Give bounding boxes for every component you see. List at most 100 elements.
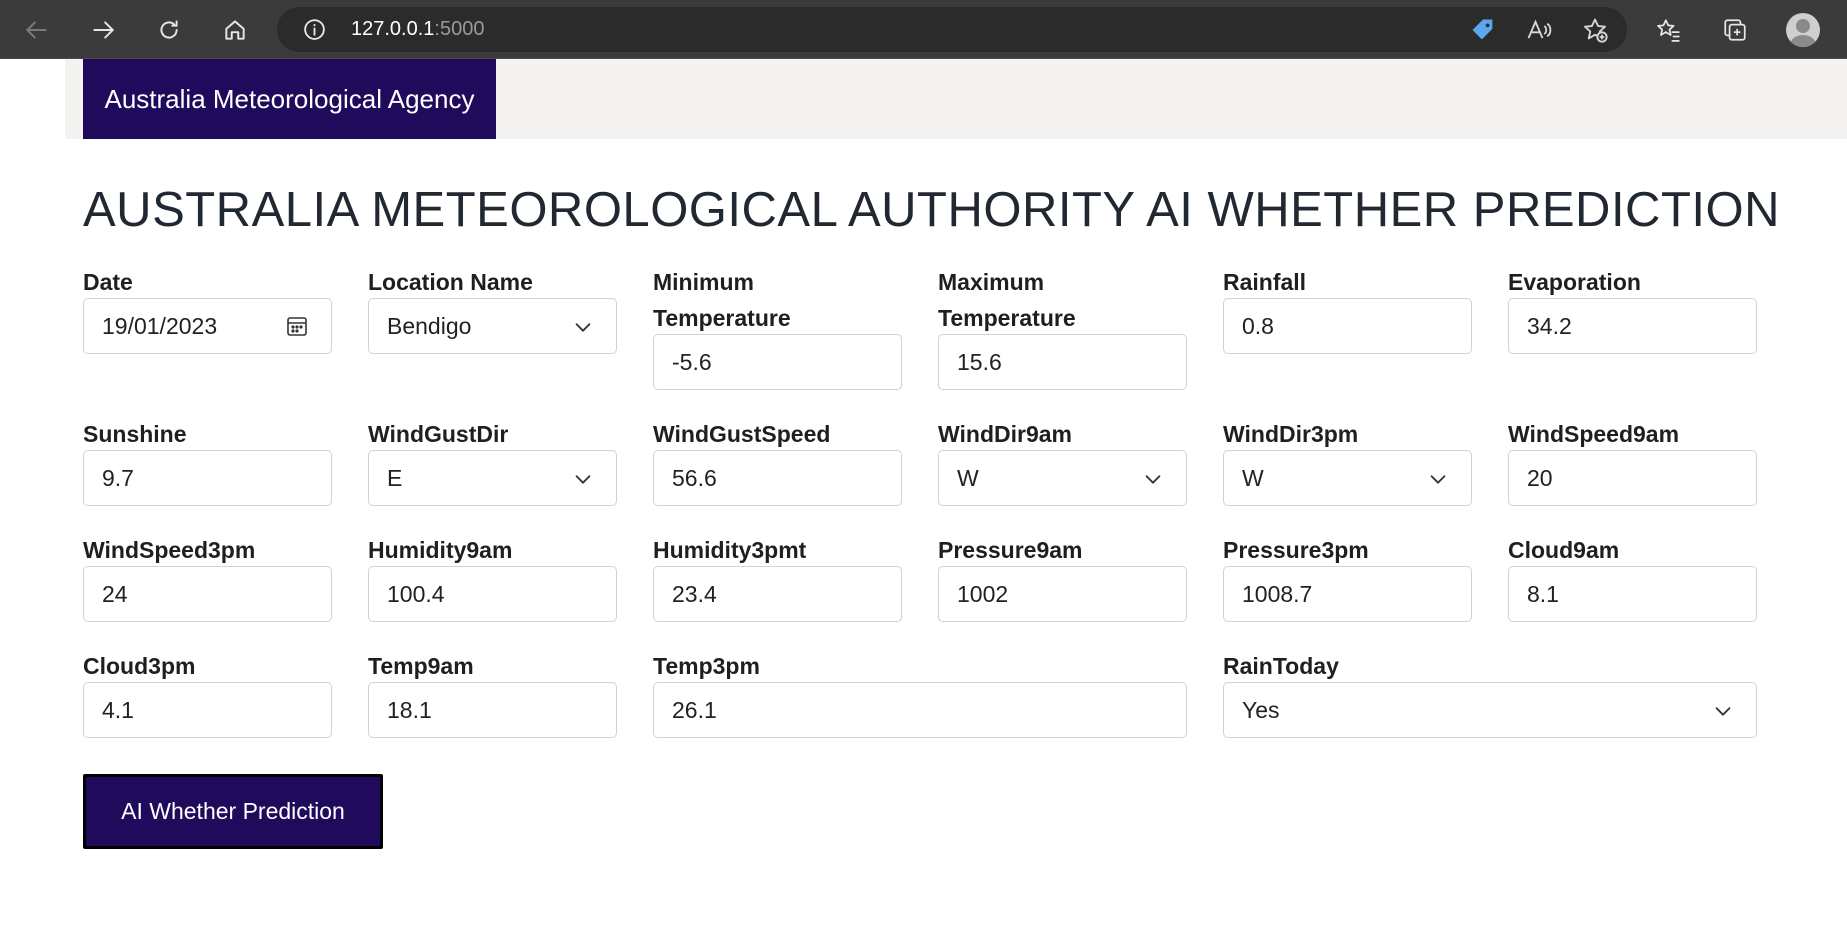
temp-3pm-value: 26.1 [672, 696, 717, 723]
chevron-down-icon [1430, 475, 1446, 484]
pressure-3pm-value: 1008.7 [1242, 580, 1313, 607]
rain-today-select[interactable]: Yes [1223, 682, 1757, 738]
pressure-9am-input[interactable]: 1002 [938, 566, 1187, 622]
wind-speed-9am-input[interactable]: 20 [1508, 450, 1757, 506]
rain-today-value: Yes [1242, 696, 1280, 723]
profile-avatar[interactable] [1786, 13, 1820, 47]
min-temp-input[interactable]: -5.6 [653, 334, 902, 390]
browser-toolbar: 127.0.0.1:5000 [0, 0, 1847, 59]
min-temp-label-line2: Temperature [653, 305, 791, 331]
page-title: AUSTRALIA METEOROLOGICAL AUTHORITY AI WH… [83, 183, 1780, 237]
wind-gust-speed-value: 56.6 [672, 464, 717, 491]
chevron-down-icon [1715, 707, 1731, 716]
cloud-3pm-input[interactable]: 4.1 [83, 682, 332, 738]
humidity-9am-label: Humidity9am [368, 537, 513, 563]
rainfall-input[interactable]: 0.8 [1223, 298, 1472, 354]
add-favorite-icon[interactable] [1581, 16, 1609, 44]
evaporation-value: 34.2 [1527, 312, 1572, 339]
rainfall-label: Rainfall [1223, 269, 1307, 295]
chevron-down-icon [575, 323, 591, 332]
sunshine-input[interactable]: 9.7 [83, 450, 332, 506]
navbar-brand[interactable]: Australia Meteorological Agency [83, 59, 496, 139]
chevron-down-icon [1145, 475, 1161, 484]
read-aloud-icon[interactable] [1525, 16, 1553, 44]
wind-gust-dir-label: WindGustDir [368, 421, 509, 447]
temp-9am-field: Temp9am 18.1 [368, 648, 617, 738]
refresh-icon[interactable] [149, 10, 189, 50]
address-bar[interactable]: 127.0.0.1:5000 [277, 7, 1627, 52]
url-text[interactable]: 127.0.0.1:5000 [351, 17, 484, 42]
cloud-3pm-label: Cloud3pm [83, 653, 196, 679]
collections-icon[interactable] [1718, 13, 1752, 47]
wind-dir-9am-field: WindDir9am W [938, 416, 1187, 506]
wind-gust-dir-field: WindGustDir E [368, 416, 617, 506]
cloud-9am-label: Cloud9am [1508, 537, 1620, 563]
favorites-icon[interactable] [1651, 13, 1685, 47]
wind-dir-9am-select[interactable]: W [938, 450, 1187, 506]
max-temp-input[interactable]: 15.6 [938, 334, 1187, 390]
humidity-3pm-label: Humidity3pmt [653, 537, 807, 563]
location-label: Location Name [368, 269, 533, 295]
cloud-3pm-value: 4.1 [102, 696, 134, 723]
cloud-3pm-field: Cloud3pm 4.1 [83, 648, 332, 738]
cloud-9am-value: 8.1 [1527, 580, 1559, 607]
temp-9am-label: Temp9am [368, 653, 474, 679]
pressure-3pm-field: Pressure3pm 1008.7 [1223, 532, 1472, 622]
humidity-3pm-input[interactable]: 23.4 [653, 566, 902, 622]
wind-gust-speed-input[interactable]: 56.6 [653, 450, 902, 506]
temp-3pm-input[interactable]: 26.1 [653, 682, 1187, 738]
wind-dir-9am-label: WindDir9am [938, 421, 1072, 447]
wind-dir-3pm-select[interactable]: W [1223, 450, 1472, 506]
calendar-icon[interactable] [285, 314, 309, 338]
humidity-3pm-value: 23.4 [672, 580, 717, 607]
sunshine-value: 9.7 [102, 464, 134, 491]
rainfall-field: Rainfall 0.8 [1223, 264, 1472, 354]
evaporation-input[interactable]: 34.2 [1508, 298, 1757, 354]
pressure-9am-field: Pressure9am 1002 [938, 532, 1187, 622]
pressure-9am-value: 1002 [957, 580, 1009, 607]
wind-gust-dir-select[interactable]: E [368, 450, 617, 506]
back-icon[interactable] [17, 10, 57, 50]
tag-icon[interactable] [1469, 16, 1497, 44]
location-select[interactable]: Bendigo [368, 298, 617, 354]
temp-9am-value: 18.1 [387, 696, 432, 723]
wind-speed-3pm-label: WindSpeed3pm [83, 537, 256, 563]
pressure-3pm-label: Pressure3pm [1223, 537, 1369, 563]
max-temp-field: Maximum Temperature 15.6 [938, 264, 1187, 390]
wind-speed-3pm-value: 24 [102, 580, 128, 607]
forward-icon[interactable] [83, 10, 123, 50]
sunshine-field: Sunshine 9.7 [83, 416, 332, 506]
humidity-9am-value: 100.4 [387, 580, 445, 607]
predict-button[interactable]: AI Whether Prediction [83, 774, 383, 849]
date-field: Date 19/01/2023 [83, 264, 332, 354]
wind-gust-speed-label: WindGustSpeed [653, 421, 831, 447]
wind-speed-3pm-input[interactable]: 24 [83, 566, 332, 622]
wind-dir-3pm-field: WindDir3pm W [1223, 416, 1472, 506]
max-temp-value: 15.6 [957, 348, 1002, 375]
wind-speed-9am-label: WindSpeed9am [1508, 421, 1680, 447]
humidity-3pm-field: Humidity3pmt 23.4 [653, 532, 902, 622]
home-icon[interactable] [215, 10, 255, 50]
wind-speed-9am-field: WindSpeed9am 20 [1508, 416, 1757, 506]
max-temp-label-line1: Maximum [938, 269, 1045, 295]
temp-3pm-label: Temp3pm [653, 653, 760, 679]
date-input[interactable]: 19/01/2023 [83, 298, 332, 354]
evaporation-label: Evaporation [1508, 269, 1641, 295]
info-icon[interactable] [302, 17, 327, 42]
date-label: Date [83, 269, 133, 295]
temp-9am-input[interactable]: 18.1 [368, 682, 617, 738]
wind-speed-9am-value: 20 [1527, 464, 1553, 491]
location-field: Location Name Bendigo [368, 264, 617, 354]
rain-today-label: RainToday [1223, 653, 1339, 679]
max-temp-label-line2: Temperature [938, 305, 1076, 331]
rainfall-value: 0.8 [1242, 312, 1274, 339]
wind-dir-3pm-label: WindDir3pm [1223, 421, 1359, 447]
evaporation-field: Evaporation 34.2 [1508, 264, 1757, 354]
temp-3pm-field: Temp3pm 26.1 [653, 648, 1187, 738]
cloud-9am-input[interactable]: 8.1 [1508, 566, 1757, 622]
wind-gust-speed-field: WindGustSpeed 56.6 [653, 416, 902, 506]
pressure-3pm-input[interactable]: 1008.7 [1223, 566, 1472, 622]
wind-speed-3pm-field: WindSpeed3pm 24 [83, 532, 332, 622]
min-temp-value: -5.6 [672, 348, 712, 375]
humidity-9am-input[interactable]: 100.4 [368, 566, 617, 622]
